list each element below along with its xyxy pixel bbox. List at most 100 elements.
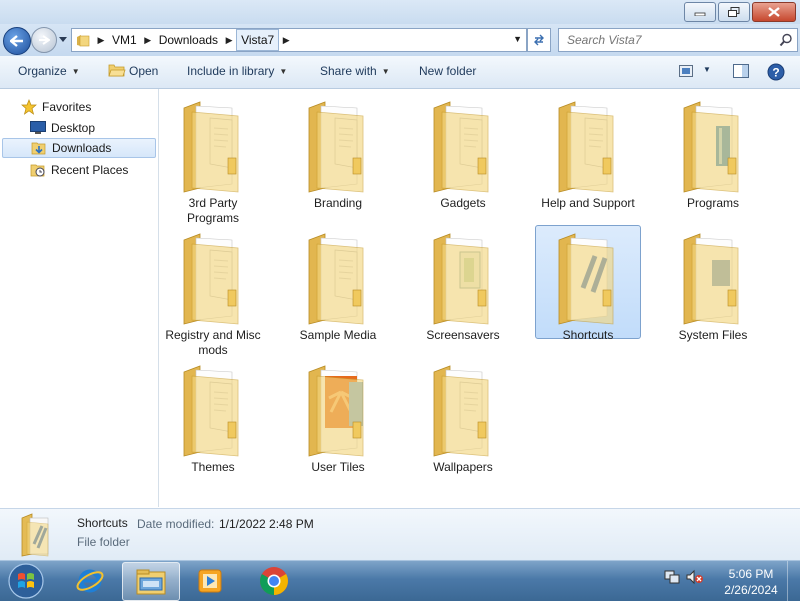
sidebar-item-label: Downloads (52, 141, 112, 155)
minimize-button[interactable] (684, 2, 716, 22)
include-in-library-label: Include in library (187, 64, 275, 78)
system-tray (664, 569, 704, 585)
start-button[interactable] (6, 562, 46, 600)
folder-icon (661, 98, 765, 196)
back-arrow-icon (10, 35, 23, 47)
folder-label: Branding (313, 196, 363, 210)
refresh-button[interactable] (527, 28, 551, 52)
show-desktop-button[interactable] (787, 561, 800, 601)
chevron-down-icon: ▼ (381, 66, 390, 76)
sidebar-item-recent-places[interactable]: Recent Places (29, 160, 156, 180)
folder-icon (411, 362, 515, 460)
forward-button[interactable] (31, 27, 57, 53)
include-in-library-button[interactable]: Include in library ▼ (187, 64, 287, 78)
folder-item-gadgets[interactable]: Gadgets (410, 93, 516, 210)
folder-item-branding[interactable]: Branding (285, 93, 391, 210)
change-view-icon[interactable] (679, 65, 693, 77)
recent-pages-dropdown-icon[interactable] (58, 34, 68, 44)
clock[interactable]: 5:06 PM 2/26/2024 (720, 566, 782, 598)
address-bar[interactable]: ▶ VM1 ▶ Downloads ▶ Vista7 ▶ ▼ (71, 28, 527, 52)
folder-item-sample-media[interactable]: Sample Media (285, 225, 391, 342)
details-modified-label: Date modified: (137, 517, 215, 531)
share-with-button[interactable]: Share with ▼ (320, 64, 390, 78)
window-controls (684, 2, 796, 22)
forward-arrow-icon (39, 35, 50, 45)
open-button[interactable]: Open (129, 64, 158, 78)
folder-icon (661, 230, 765, 328)
recent-places-icon (29, 162, 47, 178)
folder-item-registry-and-misc-mods[interactable]: Registry and Misc mods (160, 225, 266, 357)
taskbar-internet-explorer[interactable] (62, 562, 118, 599)
folder-label: Screensavers (426, 328, 500, 342)
folder-icon (536, 98, 640, 196)
title-bar (0, 0, 800, 24)
breadcrumb-separator-icon[interactable]: ▶ (94, 35, 108, 46)
folder-label: Help and Support (541, 196, 635, 210)
back-button[interactable] (3, 27, 31, 55)
details-item-type: File folder (77, 535, 130, 549)
folder-label: Programs (686, 196, 739, 210)
close-button[interactable] (752, 2, 796, 22)
sidebar-item-label: Recent Places (51, 163, 129, 177)
sidebar-item-desktop[interactable]: Desktop (29, 118, 156, 138)
folder-label: Registry and Misc (165, 328, 261, 342)
folder-icon (286, 230, 390, 328)
chevron-down-icon: ▼ (71, 66, 80, 76)
svg-text:?: ? (772, 66, 779, 80)
folder-icon (72, 30, 94, 50)
breadcrumb-downloads[interactable]: Downloads (155, 30, 222, 50)
network-icon[interactable] (664, 569, 680, 585)
folder-item-system-files[interactable]: System Files (660, 225, 766, 342)
view-options-dropdown-icon[interactable]: ▼ (703, 65, 711, 74)
taskbar-chrome[interactable] (246, 562, 302, 599)
folder-item-3rd-party-programs[interactable]: 3rd Party Programs (160, 93, 266, 225)
folder-label: Themes (191, 460, 235, 474)
search-box[interactable] (558, 28, 798, 52)
folder-label: Shortcuts (562, 328, 614, 342)
folder-item-screensavers[interactable]: Screensavers (410, 225, 516, 342)
desktop-icon (29, 120, 47, 136)
favorites-header[interactable]: Favorites (20, 97, 174, 117)
folder-item-shortcuts[interactable]: Shortcuts (535, 225, 641, 342)
shortcuts-folder-icon (21, 513, 49, 557)
folder-item-programs[interactable]: Programs (660, 93, 766, 210)
folder-icon (411, 98, 515, 196)
folder-label: Wallpapers (433, 460, 493, 474)
windows-logo-icon (8, 563, 44, 599)
windows-explorer-icon (136, 569, 166, 594)
restore-icon (728, 7, 740, 17)
folder-item-user-tiles[interactable]: User Tiles (285, 357, 391, 474)
organize-button[interactable]: Organize ▼ (18, 64, 80, 78)
sidebar-item-label: Desktop (51, 121, 96, 135)
breadcrumb-separator-icon[interactable]: ▶ (279, 35, 293, 46)
sidebar-item-downloads[interactable]: Downloads (2, 138, 156, 158)
address-dropdown-icon[interactable]: ▼ (513, 34, 522, 44)
new-folder-label: New folder (419, 64, 477, 78)
open-label: Open (129, 64, 159, 78)
taskbar-media-player[interactable] (182, 562, 238, 599)
folder-item-themes[interactable]: Themes (160, 357, 266, 474)
search-input[interactable] (565, 32, 769, 48)
breadcrumb-vm1[interactable]: VM1 (108, 30, 141, 50)
breadcrumb-vista7[interactable]: Vista7 (236, 29, 280, 51)
folder-icon (161, 98, 265, 196)
taskbar-windows-explorer[interactable] (122, 562, 180, 601)
folder-contents: 3rd Party Programs Branding Gadgets Help and… (159, 89, 800, 507)
preview-pane-icon[interactable] (733, 64, 749, 78)
folder-icon (286, 362, 390, 460)
search-icon[interactable] (779, 33, 793, 47)
volume-muted-icon[interactable] (686, 569, 704, 585)
restore-button[interactable] (718, 2, 750, 22)
folder-item-help-and-support[interactable]: Help and Support (535, 93, 641, 210)
help-icon[interactable]: ? (767, 63, 785, 81)
minimize-icon (694, 12, 706, 16)
details-pane: Shortcuts Date modified: 1/1/2022 2:48 P… (0, 508, 800, 561)
open-folder-icon (108, 64, 126, 77)
breadcrumb-separator-icon[interactable]: ▶ (141, 35, 155, 46)
details-modified-value: 1/1/2022 2:48 PM (219, 517, 314, 531)
breadcrumb-separator-icon[interactable]: ▶ (222, 35, 236, 46)
share-with-label: Share with (320, 64, 377, 78)
folder-item-wallpapers[interactable]: Wallpapers (410, 357, 516, 474)
close-icon (768, 7, 780, 17)
new-folder-button[interactable]: New folder (419, 64, 476, 78)
